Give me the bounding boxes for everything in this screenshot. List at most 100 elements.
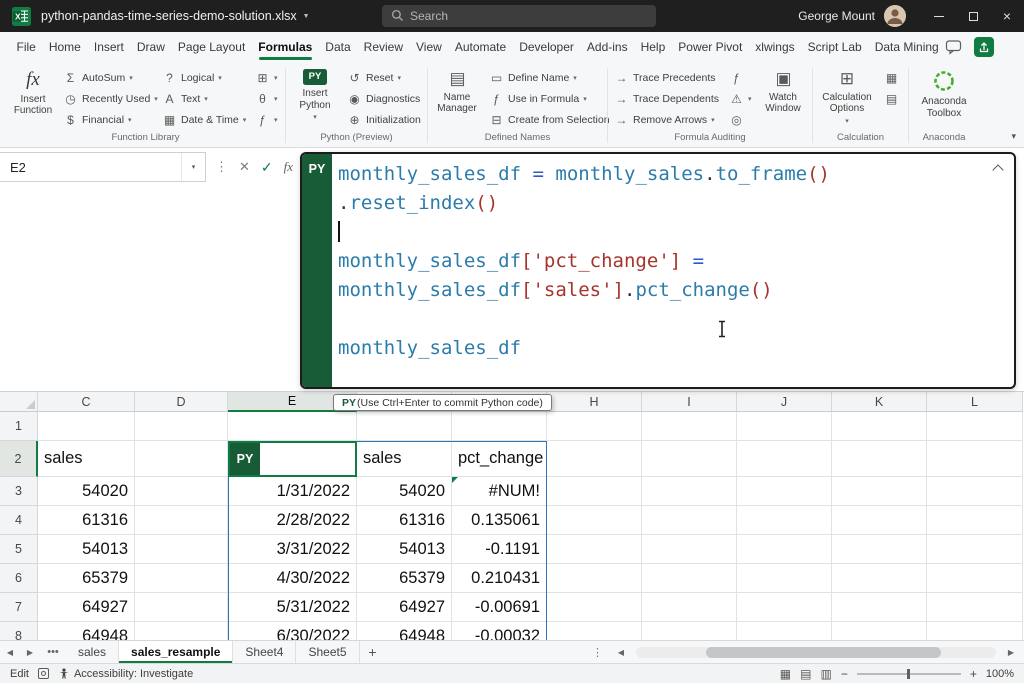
zoom-out-button[interactable]: − (841, 667, 848, 681)
ribbon-tab-data[interactable]: Data (319, 32, 357, 62)
cell-J1[interactable] (737, 412, 832, 441)
cell-L4[interactable] (927, 506, 1023, 535)
remove-arrows-button[interactable]: →Remove Arrows▾ (611, 110, 723, 130)
row-header-4[interactable]: 4 (0, 506, 38, 535)
cell-H4[interactable] (547, 506, 642, 535)
logical-button[interactable]: ?Logical▾ (159, 68, 249, 88)
cell-C3[interactable]: 54020 (38, 477, 135, 506)
zoom-slider-thumb[interactable] (907, 669, 910, 679)
cell-J6[interactable] (737, 564, 832, 593)
cell-K8[interactable] (832, 622, 927, 640)
cell-G1[interactable] (452, 412, 547, 441)
cell-K6[interactable] (832, 564, 927, 593)
cell-E5[interactable]: 3/31/2022 (228, 535, 357, 564)
ribbon-tab-add-ins[interactable]: Add-ins (580, 32, 634, 62)
enter-icon[interactable]: ✓ (261, 159, 273, 176)
column-header-H[interactable]: H (547, 392, 642, 412)
select-all-corner[interactable] (0, 392, 38, 412)
search-box[interactable] (382, 5, 656, 27)
text-button[interactable]: AText▾ (159, 89, 249, 109)
row-header-7[interactable]: 7 (0, 593, 38, 622)
ribbon-tab-help[interactable]: Help (634, 32, 672, 62)
cell-I4[interactable] (642, 506, 737, 535)
cell-E6[interactable]: 4/30/2022 (228, 564, 357, 593)
ribbon-tab-view[interactable]: View (410, 32, 449, 62)
autosum-button[interactable]: ΣAutoSum▾ (60, 68, 156, 88)
sheet-tab-sheet5[interactable]: Sheet5 (296, 641, 359, 663)
comments-icon[interactable] (945, 39, 962, 55)
cell-D1[interactable] (135, 412, 228, 441)
cell-E1[interactable] (228, 412, 357, 441)
zoom-in-button[interactable]: + (970, 667, 977, 681)
cell-C6[interactable]: 65379 (38, 564, 135, 593)
zoom-level[interactable]: 100% (986, 668, 1014, 680)
code-line[interactable]: monthly_sales_df (338, 334, 1002, 363)
macro-record-icon[interactable] (38, 668, 49, 679)
cell-G8[interactable]: -0.00032 (452, 622, 547, 640)
column-header-D[interactable]: D (135, 392, 228, 412)
cell-I8[interactable] (642, 622, 737, 640)
cell-H3[interactable] (547, 477, 642, 506)
cell-F1[interactable] (357, 412, 452, 441)
share-button[interactable] (974, 37, 994, 57)
ribbon-tab-data-mining[interactable]: Data Mining (868, 32, 945, 62)
ribbon-tab-formulas[interactable]: Formulas (252, 32, 319, 62)
cell-E7[interactable]: 5/31/2022 (228, 593, 357, 622)
watch-window-button[interactable]: ▣ Watch Window (757, 66, 809, 130)
lookup-reference-button[interactable]: ⊞▾ (252, 68, 282, 88)
python-formula-editor[interactable]: PY monthly_sales_df = monthly_sales.to_f… (300, 152, 1016, 389)
cell-I6[interactable] (642, 564, 737, 593)
hscroll-left-arrow[interactable]: ◀ (611, 648, 631, 657)
cell-K3[interactable] (832, 477, 927, 506)
cell-G4[interactable]: 0.135061 (452, 506, 547, 535)
reset-button[interactable]: ↺Reset▾ (344, 68, 424, 88)
cell-J4[interactable] (737, 506, 832, 535)
search-input[interactable] (382, 5, 656, 27)
error-checking-button[interactable]: ⚠▾ (726, 89, 754, 109)
cell-I5[interactable] (642, 535, 737, 564)
cell-D7[interactable] (135, 593, 228, 622)
recently-used-button[interactable]: ◷Recently Used▾ (60, 89, 156, 109)
financial-button[interactable]: $Financial▾ (60, 110, 156, 130)
cell-F6[interactable]: 65379 (357, 564, 452, 593)
sheet-overflow-icon[interactable]: ••• (40, 641, 66, 663)
cell-F7[interactable]: 64927 (357, 593, 452, 622)
trace-dependents-button[interactable]: →Trace Dependents (611, 89, 723, 109)
ribbon-tab-xlwings[interactable]: xlwings (749, 32, 801, 62)
initialization-button[interactable]: ⊕Initialization (344, 110, 424, 130)
ribbon-tab-page-layout[interactable]: Page Layout (171, 32, 251, 62)
cell-D3[interactable] (135, 477, 228, 506)
page-layout-view-icon[interactable]: ▤ (800, 667, 811, 681)
python-code-editor[interactable]: monthly_sales_df = monthly_sales.to_fram… (332, 154, 1014, 387)
horizontal-scrollbar-thumb[interactable] (706, 647, 941, 658)
trace-precedents-button[interactable]: →Trace Precedents (611, 68, 723, 88)
cell-C1[interactable] (38, 412, 135, 441)
cell-F8[interactable]: 64948 (357, 622, 452, 640)
cell-K5[interactable] (832, 535, 927, 564)
cell-F3[interactable]: 54020 (357, 477, 452, 506)
cell-H7[interactable] (547, 593, 642, 622)
cell-J5[interactable] (737, 535, 832, 564)
cell-C2[interactable]: sales (38, 441, 135, 477)
cell-E3[interactable]: 1/31/2022 (228, 477, 357, 506)
define-name-button[interactable]: ▭Define Name▾ (486, 68, 604, 88)
show-formulas-button[interactable]: ƒ (726, 68, 754, 88)
column-header-L[interactable]: L (927, 392, 1023, 412)
minimize-button[interactable] (922, 0, 956, 32)
cell-F5[interactable]: 54013 (357, 535, 452, 564)
code-line[interactable]: .reset_index() (338, 189, 1002, 218)
cell-D6[interactable] (135, 564, 228, 593)
sheet-nav-right[interactable]: ▶ (20, 641, 40, 663)
code-line[interactable] (338, 305, 1002, 334)
calculation-options-button[interactable]: ⊞ Calculation Options ▾ (816, 66, 878, 130)
cell-J2[interactable] (737, 441, 832, 477)
workbook-title[interactable]: python-pandas-time-series-demo-solution.… (41, 9, 310, 23)
cell-E4[interactable]: 2/28/2022 (228, 506, 357, 535)
ribbon-tab-power-pivot[interactable]: Power Pivot (672, 32, 749, 62)
user-avatar[interactable] (884, 5, 906, 27)
math-trig-button[interactable]: θ▾ (252, 89, 282, 109)
diagnostics-button[interactable]: ◉Diagnostics (344, 89, 424, 109)
evaluate-formula-button[interactable]: ◎ (726, 110, 754, 130)
row-header-2[interactable]: 2 (0, 441, 38, 477)
cell-L7[interactable] (927, 593, 1023, 622)
